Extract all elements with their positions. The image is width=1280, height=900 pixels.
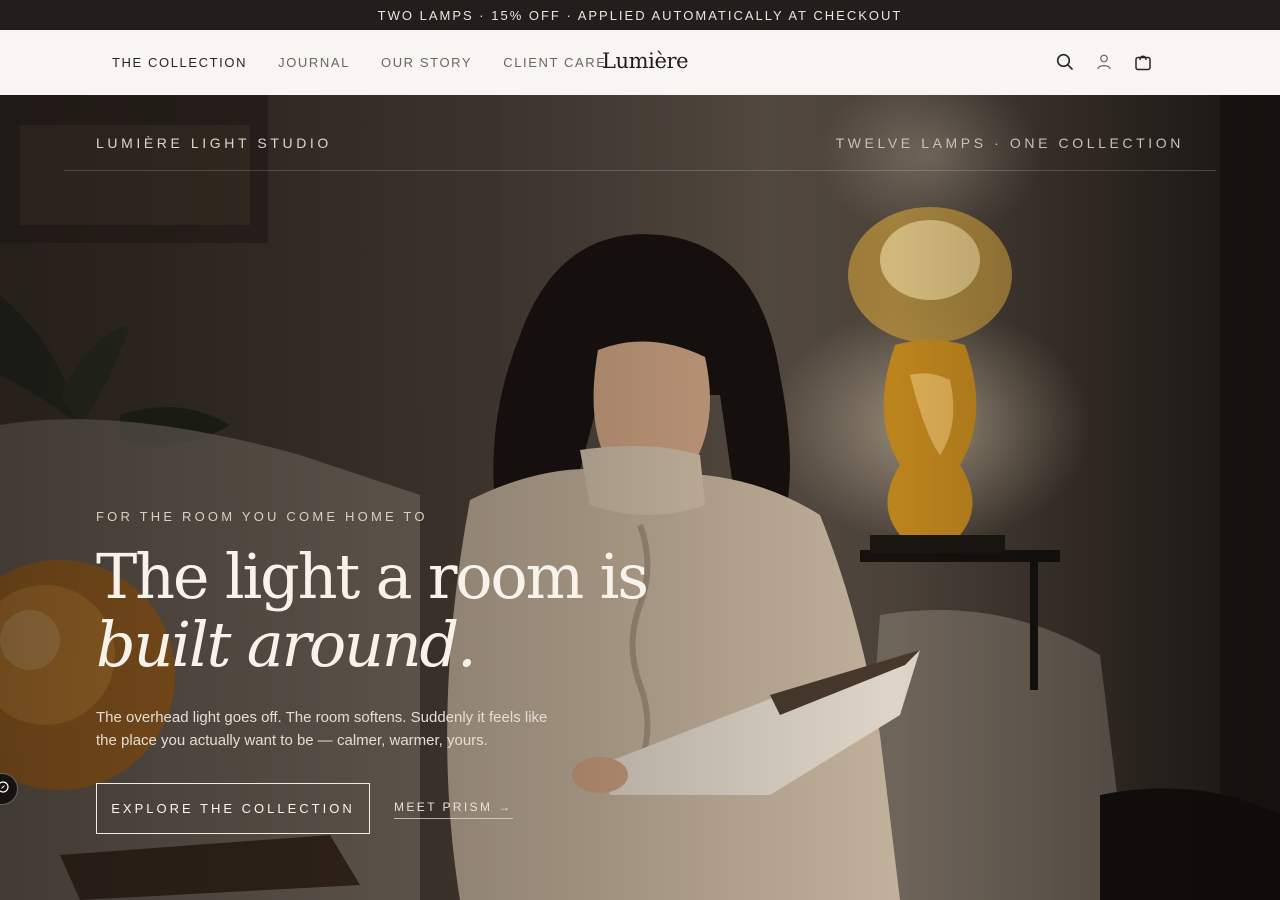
studio-name: LUMIÈRE LIGHT STUDIO	[96, 135, 332, 151]
search-icon[interactable]	[1054, 51, 1076, 73]
hero-subtext: The overhead light goes off. The room so…	[96, 709, 548, 749]
nav-item-journal[interactable]: JOURNAL	[278, 55, 350, 70]
hero-overlay	[0, 95, 1280, 900]
hero-headline-line1: The light a room is	[96, 540, 649, 613]
nav-item-our-story[interactable]: OUR STORY	[381, 55, 472, 70]
cart-icon[interactable]	[1132, 51, 1154, 73]
announcement-text: TWO LAMPS · 15% OFF · APPLIED AUTOMATICA…	[377, 7, 903, 23]
hero-eyebrow: FOR THE ROOM YOU COME HOME TO	[96, 509, 428, 524]
explore-collection-label: EXPLORE THE COLLECTION	[111, 801, 355, 816]
site-header: THE COLLECTION JOURNAL OUR STORY CLIENT …	[0, 30, 1280, 95]
collection-tagline: TWELVE LAMPS · ONE COLLECTION	[835, 135, 1184, 151]
hero-headline: The light a room is built around.	[96, 540, 649, 681]
hero-topline: LUMIÈRE LIGHT STUDIO TWELVE LAMPS · ONE …	[64, 95, 1216, 171]
explore-collection-button[interactable]: EXPLORE THE COLLECTION	[96, 783, 370, 834]
main-nav: THE COLLECTION JOURNAL OUR STORY CLIENT …	[112, 30, 638, 95]
hero-section: LUMIÈRE LIGHT STUDIO TWELVE LAMPS · ONE …	[0, 95, 1280, 900]
brand-logo[interactable]: Lumière	[602, 49, 689, 73]
compass-icon	[0, 780, 9, 798]
announcement-bar: TWO LAMPS · 15% OFF · APPLIED AUTOMATICA…	[0, 0, 1280, 30]
nav-item-client-care[interactable]: CLIENT CARE	[503, 55, 606, 70]
account-icon[interactable]	[1093, 51, 1115, 73]
header-actions	[1054, 51, 1154, 73]
nav-item-collection[interactable]: THE COLLECTION	[112, 55, 247, 70]
hero-headline-line2: built around.	[96, 608, 477, 681]
meet-prism-link[interactable]: MEET PRISM →	[394, 800, 513, 819]
